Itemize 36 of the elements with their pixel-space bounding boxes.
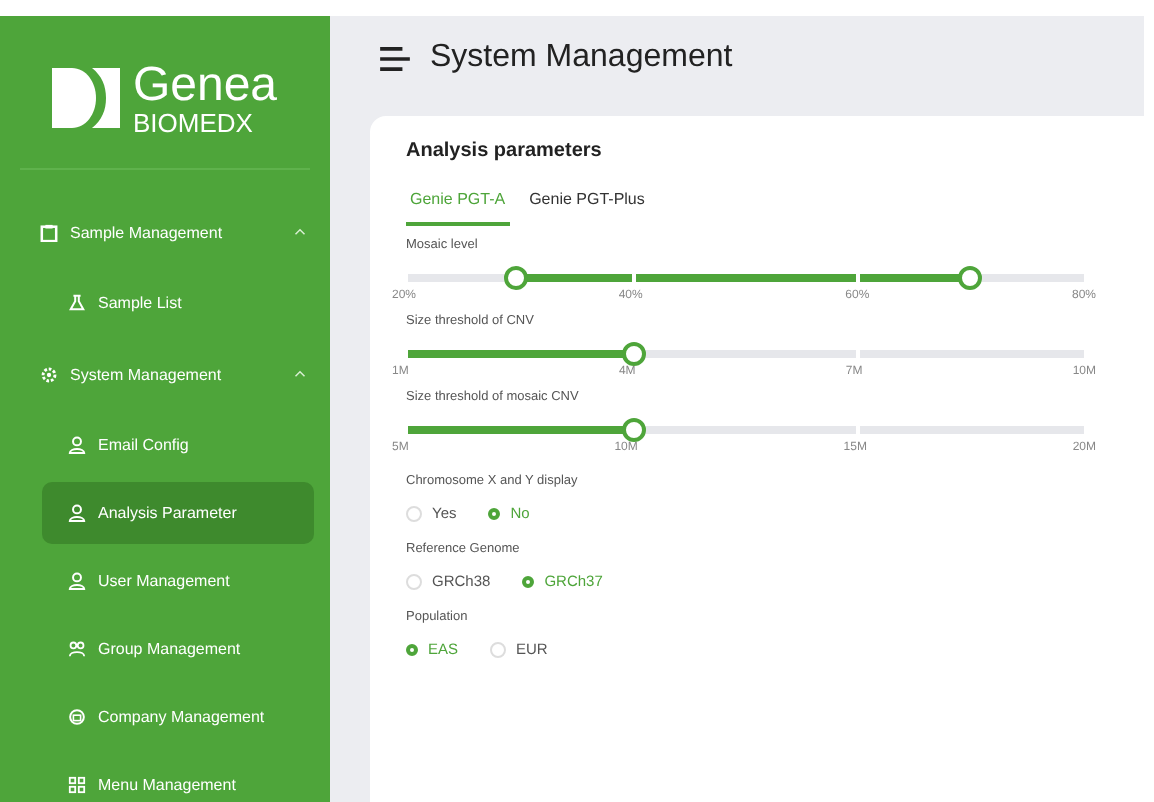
logo-name: Genea: [132, 61, 278, 109]
user-icon: [68, 572, 86, 590]
logo-subtitle: BIOMEDX: [132, 109, 255, 135]
slider-handle[interactable]: [621, 341, 646, 365]
slider-handle[interactable]: [504, 265, 529, 289]
gear-icon: [40, 365, 58, 383]
menu-item[interactable]: Menu Management: [42, 754, 314, 802]
slider[interactable]: [406, 342, 1084, 364]
menu-item[interactable]: Email Config: [42, 414, 314, 476]
menu-item[interactable]: Company Management: [42, 686, 314, 748]
radio-button[interactable]: [488, 507, 501, 519]
user-icon: [68, 436, 86, 454]
menu-item[interactable]: User Management: [42, 550, 314, 612]
slider[interactable]: [406, 266, 1084, 288]
tab[interactable]: Genie PGT-Plus: [525, 190, 649, 226]
grid-icon: [68, 776, 86, 794]
page-title: System Management: [430, 40, 733, 76]
flask-icon: [68, 294, 86, 312]
menu-group-label: System Management: [70, 365, 224, 383]
slider[interactable]: [406, 418, 1084, 440]
radio-button[interactable]: [522, 575, 535, 587]
section-title: Analysis parameters: [406, 140, 604, 162]
logo-icon: [52, 68, 121, 128]
menu-group[interactable]: Sample Management: [0, 198, 330, 266]
user-icon: [68, 504, 86, 522]
menu-item[interactable]: Sample List: [42, 272, 314, 334]
menu-item[interactable]: Group Management: [42, 618, 314, 680]
menu-item[interactable]: Analysis Parameter: [42, 482, 314, 544]
menu-group[interactable]: System Management: [0, 340, 330, 408]
radio-button[interactable]: [406, 643, 418, 655]
menu-group-label: Sample Management: [70, 223, 225, 241]
clipboard-icon: [40, 223, 58, 241]
menu-icon[interactable]: [380, 45, 410, 71]
tab[interactable]: Genie PGT-A: [406, 190, 510, 226]
slider-handle[interactable]: [957, 265, 982, 289]
slider-handle[interactable]: [621, 417, 646, 441]
